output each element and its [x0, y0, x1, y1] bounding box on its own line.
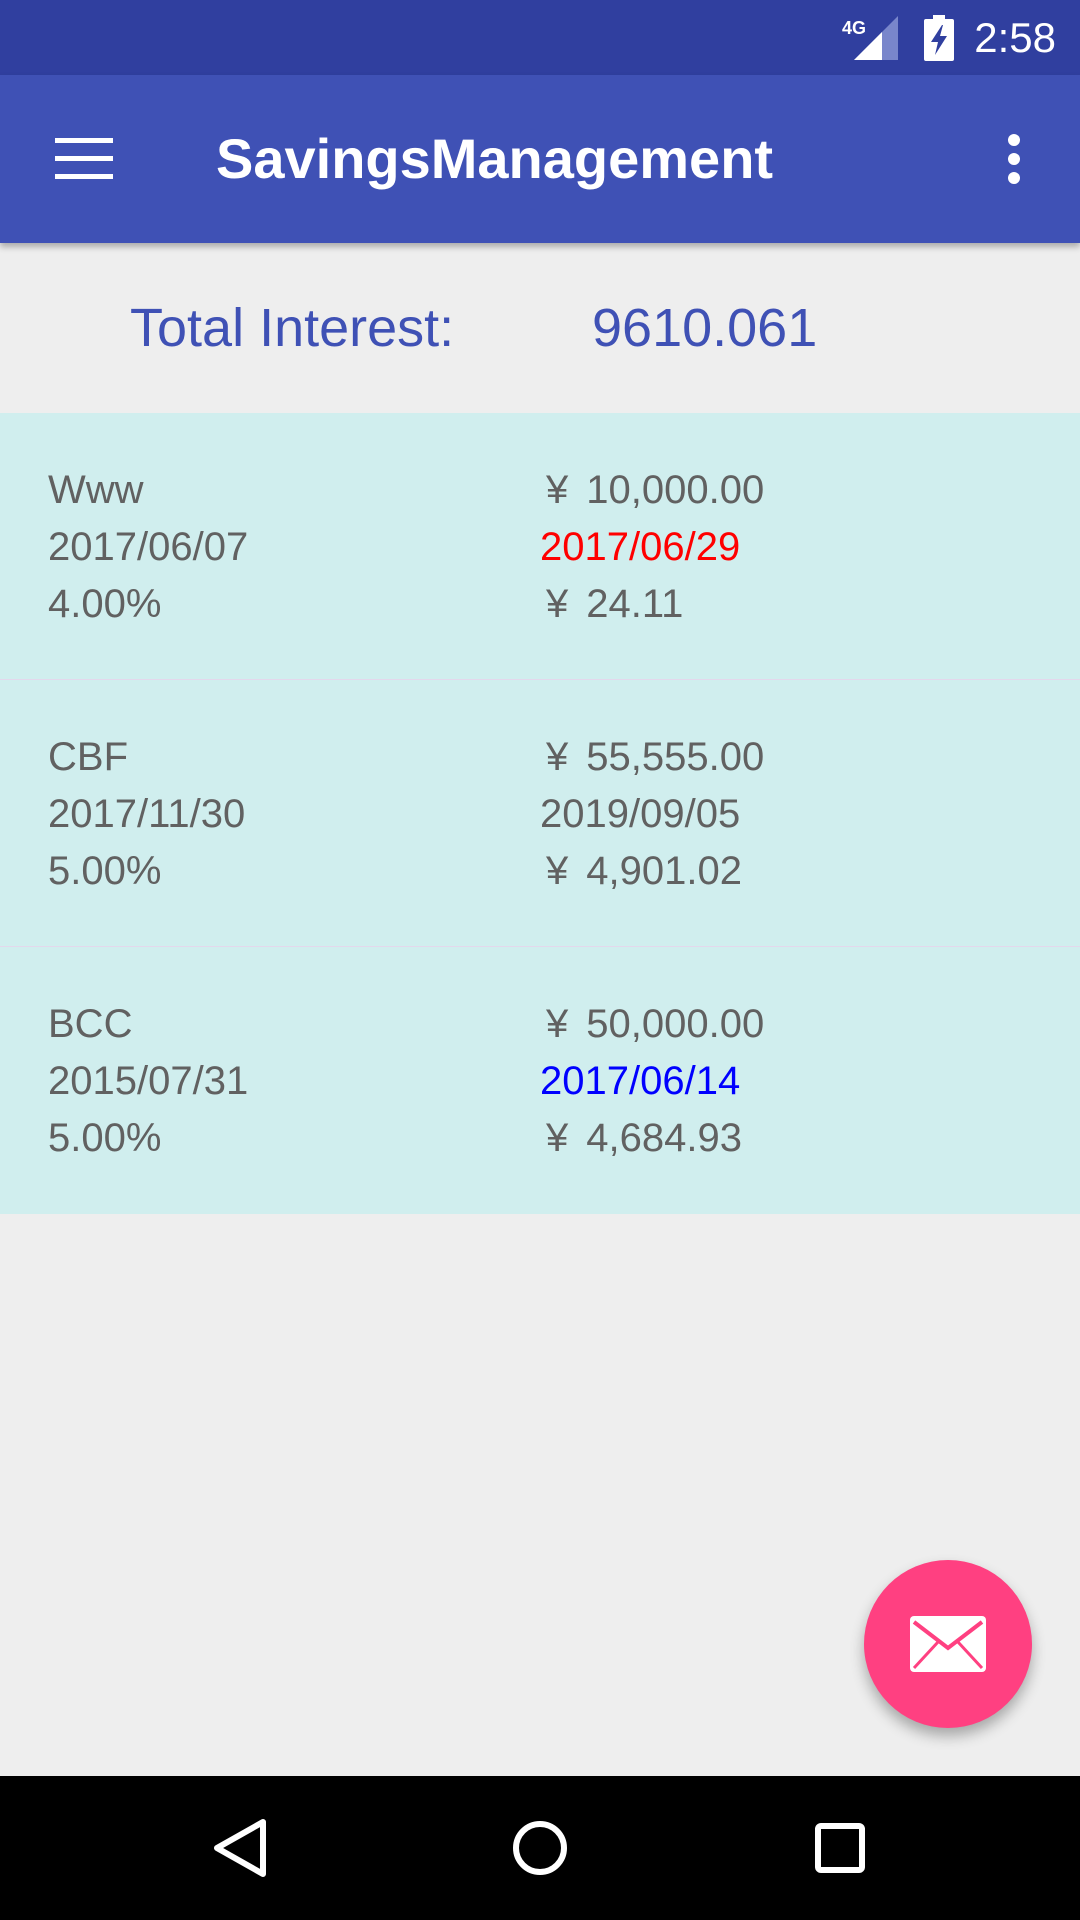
network-4g-icon: 4G	[842, 15, 899, 60]
hamburger-menu-icon	[55, 138, 113, 180]
item-start-date: 2017/11/30	[48, 792, 246, 836]
item-amount: 55,555.00	[586, 735, 765, 779]
currency-symbol: ¥	[546, 1002, 569, 1046]
item-left-column: Www 2017/06/07 4.00%	[48, 462, 248, 633]
item-interest-row: ¥4,684.93	[540, 1110, 764, 1167]
item-start-date: 2015/07/31	[48, 1059, 249, 1103]
currency-symbol: ¥	[546, 582, 569, 626]
total-interest-value: 9610.061	[592, 298, 818, 358]
item-end-date: 2017/06/14	[540, 1059, 741, 1103]
mail-fab-button[interactable]	[864, 1560, 1032, 1728]
app-title: SavingsManagement	[216, 127, 774, 190]
item-interest-row: ¥4,901.02	[540, 843, 764, 900]
item-right-column: ¥10,000.00 2017/06/29 ¥24.11	[540, 462, 764, 633]
item-amount-row: ¥10,000.00	[540, 462, 764, 519]
back-icon	[213, 1818, 267, 1878]
item-end-date: 2019/09/05	[540, 792, 741, 836]
currency-symbol: ¥	[546, 1116, 569, 1160]
home-icon	[512, 1820, 568, 1876]
item-name: CBF	[48, 735, 128, 779]
currency-symbol: ¥	[546, 468, 569, 512]
total-interest-label: Total Interest:	[130, 298, 455, 358]
total-interest-summary: Total Interest: 9610.061	[0, 243, 1080, 413]
status-time: 2:58	[974, 13, 1056, 61]
savings-list: Www 2017/06/07 4.00% ¥10,000.00 2017/06/…	[0, 413, 1080, 1214]
item-rate: 5.00%	[48, 849, 162, 893]
menu-button[interactable]	[36, 111, 132, 207]
item-end-date: 2017/06/29	[540, 525, 741, 569]
system-nav-bar	[0, 1776, 1080, 1920]
recents-icon	[815, 1823, 865, 1873]
status-bar: 4G 2:58	[0, 0, 1080, 75]
mail-icon	[910, 1616, 986, 1672]
item-left-column: CBF 2017/11/30 5.00%	[48, 729, 245, 900]
item-interest: 4,684.93	[586, 1116, 742, 1160]
currency-symbol: ¥	[546, 735, 569, 779]
more-vert-icon	[1007, 134, 1021, 184]
item-amount-row: ¥55,555.00	[540, 729, 764, 786]
item-right-column: ¥55,555.00 2019/09/05 ¥4,901.02	[540, 729, 764, 900]
item-interest: 4,901.02	[586, 849, 742, 893]
recents-button[interactable]	[790, 1798, 890, 1898]
item-interest: 24.11	[586, 582, 684, 626]
home-button[interactable]	[490, 1798, 590, 1898]
status-icons: 4G 2:58	[842, 0, 1056, 75]
list-item[interactable]: BCC 2015/07/31 5.00% ¥50,000.00 2017/06/…	[0, 947, 1080, 1214]
item-rate: 4.00%	[48, 582, 162, 626]
battery-charging-icon	[924, 14, 955, 61]
item-rate: 5.00%	[48, 1116, 162, 1160]
currency-symbol: ¥	[546, 849, 569, 893]
item-name: BCC	[48, 1002, 133, 1046]
back-button[interactable]	[190, 1798, 290, 1898]
list-item[interactable]: CBF 2017/11/30 5.00% ¥55,555.00 2019/09/…	[0, 680, 1080, 947]
item-name: Www	[48, 468, 144, 512]
app-bar: SavingsManagement	[0, 75, 1080, 243]
network-type-label: 4G	[842, 18, 866, 38]
item-start-date: 2017/06/07	[48, 525, 249, 569]
item-left-column: BCC 2015/07/31 5.00%	[48, 996, 248, 1167]
item-amount-row: ¥50,000.00	[540, 996, 764, 1053]
item-amount: 10,000.00	[586, 468, 765, 512]
item-amount: 50,000.00	[586, 1002, 765, 1046]
overflow-menu-button[interactable]	[966, 111, 1062, 207]
list-item[interactable]: Www 2017/06/07 4.00% ¥10,000.00 2017/06/…	[0, 413, 1080, 680]
item-right-column: ¥50,000.00 2017/06/14 ¥4,684.93	[540, 996, 764, 1167]
item-interest-row: ¥24.11	[540, 576, 764, 633]
